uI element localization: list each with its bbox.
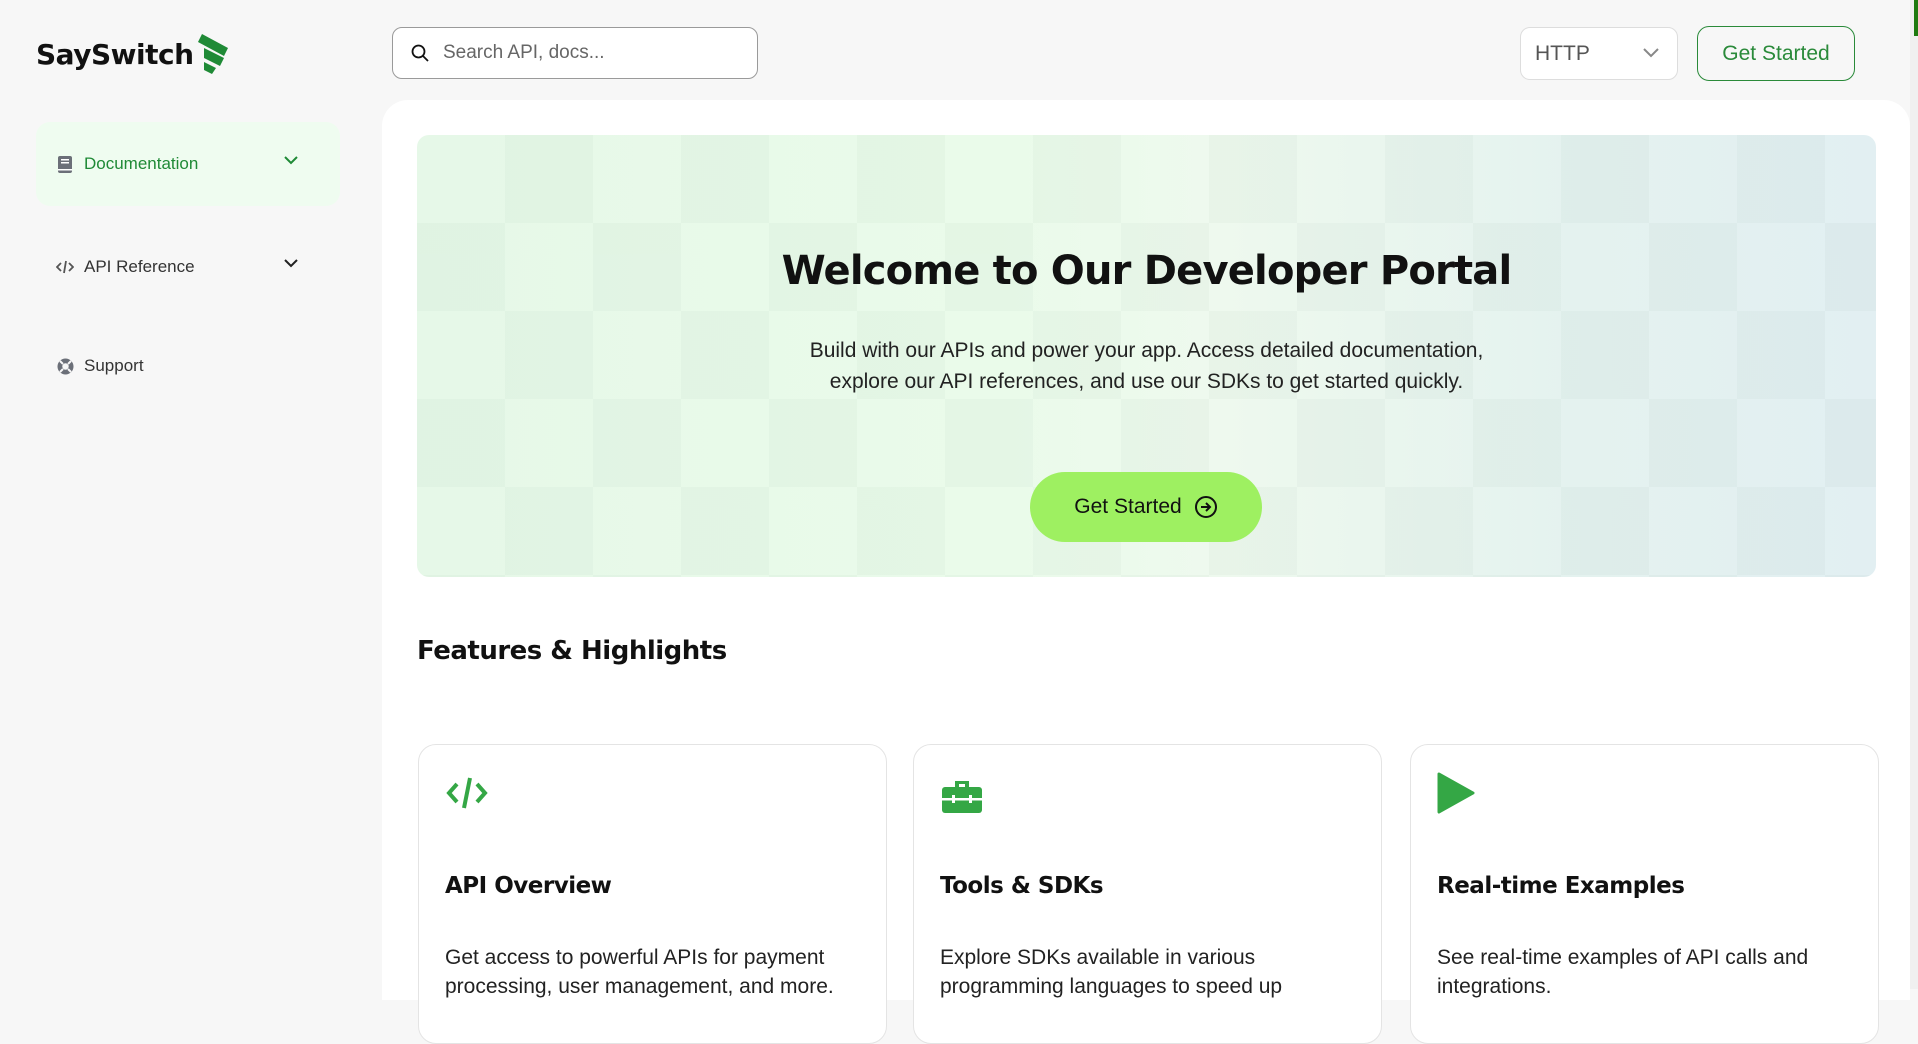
- logo-mark-icon: [197, 34, 228, 74]
- hero-title: Welcome to Our Developer Portal: [781, 248, 1513, 294]
- hero-subtitle-line-2: explore our API references, and use our …: [829, 370, 1464, 393]
- sidebar-item-label: Documentation: [84, 154, 199, 173]
- chevron-down-icon: [284, 156, 298, 165]
- card-title: Real-time Examples: [1437, 873, 1685, 899]
- logo[interactable]: SaySwitch: [36, 34, 228, 74]
- card-description: Get access to powerful APIs for payment …: [445, 946, 834, 998]
- scrollbar-track[interactable]: [1910, 0, 1918, 989]
- book-icon: [56, 155, 74, 173]
- lifebuoy-icon: [56, 357, 74, 375]
- features-heading: Features & Highlights: [417, 636, 727, 666]
- protocol-select-value: HTTP: [1535, 41, 1590, 65]
- hero-get-started-button[interactable]: Get Started: [1030, 472, 1262, 542]
- play-icon: [1437, 772, 1475, 814]
- search-input[interactable]: [443, 42, 723, 64]
- sidebar-item-documentation[interactable]: Documentation: [36, 122, 340, 206]
- sidebar-item-api-reference[interactable]: API Reference: [36, 225, 340, 309]
- sidebar-item-support[interactable]: Support: [36, 324, 340, 408]
- code-icon: [446, 777, 488, 809]
- code-icon: [56, 258, 74, 276]
- card-title: API Overview: [445, 873, 612, 899]
- card-description: See real-time examples of API calls and …: [1437, 946, 1809, 998]
- scrollbar-thumb[interactable]: [1914, 0, 1918, 36]
- main-content: Welcome to Our Developer Portal Build wi…: [382, 100, 1910, 1044]
- get-started-button[interactable]: Get Started: [1697, 26, 1855, 81]
- feature-card-real-time-examples[interactable]: Real-time Examples See real-time example…: [1410, 744, 1879, 1044]
- arrow-right-circle-icon: [1194, 496, 1217, 518]
- sidebar-item-label: API Reference: [84, 257, 195, 276]
- feature-card-api-overview[interactable]: API Overview Get access to powerful APIs…: [418, 744, 887, 1044]
- chevron-down-icon: [284, 259, 298, 268]
- hero-button-label: Get Started: [1074, 495, 1182, 518]
- hero-banner: Welcome to Our Developer Portal Build wi…: [417, 135, 1876, 577]
- toolbox-icon: [942, 781, 982, 813]
- hero-subtitle-line-1: Build with our APIs and power your app. …: [809, 339, 1484, 362]
- search-box[interactable]: [392, 27, 758, 79]
- card-description: Explore SDKs available in various progra…: [940, 946, 1283, 998]
- hero-subtitle: Build with our APIs and power your app. …: [417, 335, 1876, 397]
- chevron-down-icon: [1643, 48, 1659, 58]
- logo-text: SaySwitch: [36, 37, 194, 71]
- search-icon: [411, 44, 429, 62]
- card-title: Tools & SDKs: [940, 873, 1104, 899]
- feature-card-tools-sdks[interactable]: Tools & SDKs Explore SDKs available in v…: [913, 744, 1382, 1044]
- protocol-select[interactable]: HTTP: [1520, 27, 1678, 80]
- sidebar-item-label: Support: [84, 356, 144, 375]
